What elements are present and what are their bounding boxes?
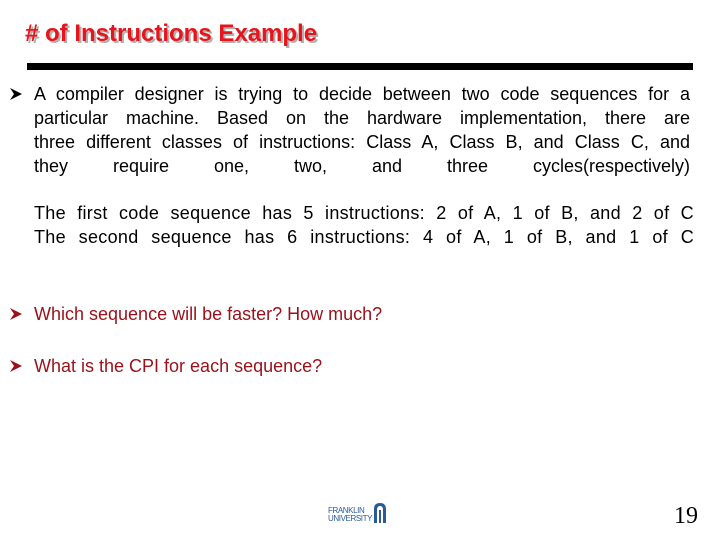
sequence-line-second: The second sequence has 6 instructions: …	[34, 227, 694, 247]
question-cpi: What is the CPI for each sequence?	[34, 356, 323, 376]
logo-line-2: UNIVERSITY	[328, 514, 373, 523]
intro-paragraph: A compiler designer is trying to decide …	[34, 82, 690, 178]
sequence-descriptions: The first code sequence has 5 instructio…	[34, 201, 694, 249]
franklin-university-logo-icon	[373, 502, 387, 529]
sequence-line-first: The first code sequence has 5 instructio…	[34, 203, 694, 223]
title-underline-rule	[27, 63, 693, 70]
arrowhead-bullet-icon	[9, 307, 23, 321]
page-number: 19	[674, 503, 698, 529]
slide: # of Instructions Example A compiler des…	[0, 0, 720, 540]
question-which-faster: Which sequence will be faster? How much?	[34, 304, 383, 324]
logo-wordmark: FRANKLIN UNIVERSITY	[328, 507, 372, 523]
arrowhead-bullet-icon	[9, 359, 23, 373]
intro-line: A compiler designer is trying to decide …	[34, 84, 690, 104]
franklin-university-logo: FRANKLIN UNIVERSITY	[328, 502, 390, 529]
arrowhead-bullet-icon	[9, 87, 23, 101]
slide-title: # of Instructions Example	[25, 20, 318, 47]
intro-line: they require one, two, and three cycles(…	[34, 156, 690, 176]
intro-line: three different classes of instructions:…	[34, 132, 690, 152]
intro-line: particular machine. Based on the hardwar…	[34, 108, 690, 128]
